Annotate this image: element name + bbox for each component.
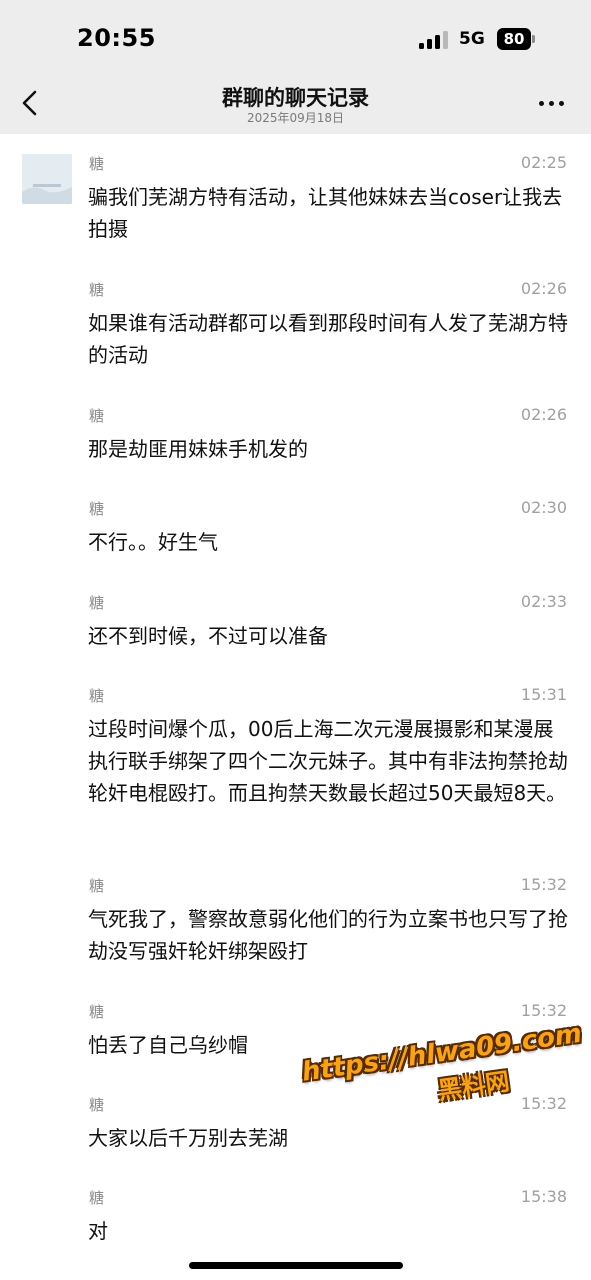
message-text: 气死我了，警察故意弱化他们的行为立案书也只写了抢劫没写强奸轮奸绑架殴打 — [88, 907, 568, 963]
message-sender: 糖 — [89, 500, 105, 518]
message-time: 02:30 — [520, 498, 567, 517]
message-sender: 糖 — [89, 407, 105, 425]
network-type: 5G — [459, 29, 485, 49]
battery-level: 80 — [497, 28, 531, 50]
message-time: 15:38 — [520, 1187, 567, 1206]
message-sender: 糖 — [89, 1189, 105, 1207]
message-time: 15:31 — [520, 685, 567, 704]
message-text: 骗我们芜湖方特有活动，让其他妹妹去当coser让我去拍摄 — [88, 185, 563, 241]
message-sender: 糖 — [89, 1096, 105, 1114]
image-placeholder-icon — [22, 154, 72, 204]
message-sender: 糖 — [89, 687, 105, 705]
message-time: 15:32 — [520, 875, 567, 894]
message-text: 对 — [88, 1219, 108, 1243]
message-time: 15:32 — [520, 1001, 567, 1020]
message-text: 那是劫匪用妹妹手机发的 — [88, 437, 308, 461]
message-sender: 糖 — [89, 877, 105, 895]
message-sender: 糖 — [89, 1003, 105, 1021]
message-time: 02:33 — [520, 592, 567, 611]
message-text: 不行。。好生气 — [88, 530, 218, 554]
message-text: 如果谁有活动群都可以看到那段时间有人发了芜湖方特的活动 — [88, 311, 568, 367]
status-time: 20:55 — [77, 24, 156, 52]
home-indicator[interactable] — [189, 1262, 403, 1269]
avatar[interactable] — [22, 154, 72, 204]
page-date: 2025年09月18日 — [246, 111, 345, 125]
message-sender: 糖 — [89, 155, 105, 173]
signal-icon — [419, 31, 449, 49]
message-time: 02:25 — [520, 153, 567, 172]
message-sender: 糖 — [89, 281, 105, 299]
message-time: 02:26 — [520, 279, 567, 298]
more-options-button[interactable] — [536, 98, 568, 110]
message-text: 过段时间爆个瓜，00后上海二次元漫展摄影和某漫展执行联手绑架了四个二次元妹子。其… — [88, 717, 568, 805]
page-title: 群聊的聊天记录 — [222, 86, 369, 110]
message-time: 02:26 — [520, 405, 567, 424]
message-sender: 糖 — [89, 594, 105, 612]
message-text: 还不到时候，不过可以准备 — [88, 624, 328, 648]
battery-icon: 80 — [497, 28, 535, 50]
